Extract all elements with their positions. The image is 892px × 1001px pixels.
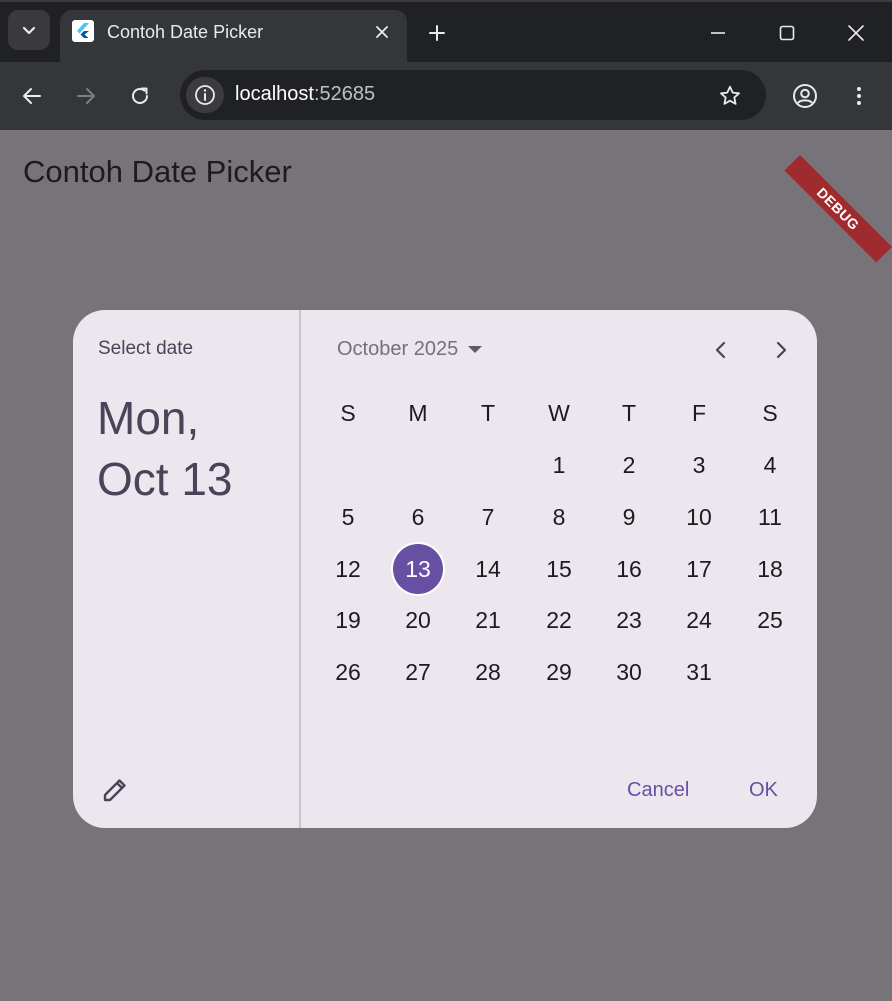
tab-title: Contoh Date Picker <box>107 22 264 42</box>
calendar-day[interactable]: 9 <box>599 497 659 537</box>
headline-weekday: Mon, <box>97 392 200 444</box>
star-icon <box>720 85 740 105</box>
calendar-day[interactable]: 7 <box>458 497 518 537</box>
weekday-header: F <box>691 399 707 426</box>
calendar-day[interactable]: 1 <box>529 445 589 485</box>
flutter-icon <box>72 20 94 42</box>
chevron-down-icon <box>22 26 36 35</box>
calendar-day[interactable]: 15 <box>529 549 589 589</box>
month-year-label: October 2025 <box>337 337 459 360</box>
weekday-header: W <box>548 399 570 426</box>
maximize-icon <box>779 25 795 41</box>
debug-banner: DEBUG <box>784 155 892 263</box>
calendar-day[interactable]: 5 <box>318 497 378 537</box>
dropdown-arrow-icon <box>468 345 483 353</box>
app-bar-title: Contoh Date Picker <box>23 154 292 189</box>
minimize-icon <box>711 32 725 34</box>
browser-toolbar: localhost:52685 <box>0 62 892 130</box>
calendar-day[interactable]: 23 <box>599 600 659 640</box>
date-picker-dialog: Select date Mon, Oct 13 October 2025 S M… <box>73 310 817 828</box>
ok-button[interactable]: OK <box>749 770 778 810</box>
weekday-header: M <box>408 399 428 426</box>
close-icon <box>848 25 864 41</box>
browser-menu-button[interactable] <box>841 78 877 114</box>
browser-tab-strip: Contoh Date Picker <box>0 0 892 64</box>
weekday-header: T <box>480 399 496 426</box>
calendar-day[interactable]: 16 <box>599 549 659 589</box>
pencil-icon <box>103 779 126 802</box>
switch-to-input-button[interactable] <box>95 770 135 810</box>
weekday-header: S <box>340 399 356 426</box>
weekday-header: S <box>762 399 778 426</box>
app-viewport: Contoh Date Picker DEBUG Select date Mon… <box>0 130 892 1001</box>
site-info-button[interactable] <box>186 77 224 113</box>
cancel-button[interactable]: Cancel <box>627 770 689 810</box>
minimize-button[interactable] <box>700 16 736 50</box>
chevron-right-icon <box>776 341 787 359</box>
calendar-day[interactable]: 18 <box>740 549 800 589</box>
new-tab-button[interactable] <box>422 18 452 48</box>
calendar-day[interactable]: 10 <box>669 497 729 537</box>
calendar-day[interactable]: 29 <box>529 652 589 692</box>
url-port: :52685 <box>313 83 376 105</box>
tab-search-button[interactable] <box>8 10 50 50</box>
help-text: Select date <box>98 338 194 359</box>
calendar-day[interactable]: 17 <box>669 549 729 589</box>
previous-month-button[interactable] <box>705 334 737 366</box>
maximize-button[interactable] <box>769 16 805 50</box>
calendar-day[interactable]: 2 <box>599 445 659 485</box>
weekday-header: T <box>621 399 637 426</box>
plus-icon <box>429 25 445 41</box>
calendar-picker: October 2025 S M T W T F S 1 2 3 4 5 6 7… <box>303 310 817 828</box>
calendar-day[interactable]: 28 <box>458 652 518 692</box>
arrow-right-icon <box>77 88 95 104</box>
browser-tab[interactable]: Contoh Date Picker <box>60 10 407 64</box>
chevron-left-icon <box>715 341 726 359</box>
calendar-day[interactable]: 30 <box>599 652 659 692</box>
next-month-button[interactable] <box>765 334 797 366</box>
calendar-day[interactable]: 22 <box>529 600 589 640</box>
month-year-selector[interactable]: October 2025 <box>337 336 483 362</box>
calendar-day[interactable]: 14 <box>458 549 518 589</box>
tab-close-button[interactable] <box>370 20 394 44</box>
close-window-button[interactable] <box>838 16 874 50</box>
selected-date-headline: Mon, Oct 13 <box>97 388 297 510</box>
back-button[interactable] <box>14 78 50 114</box>
info-icon <box>195 85 215 105</box>
calendar-day[interactable]: 27 <box>388 652 448 692</box>
calendar-day-selected[interactable]: 13 <box>388 544 448 594</box>
calendar-day[interactable]: 11 <box>740 497 800 537</box>
reload-icon <box>132 87 148 104</box>
calendar-day[interactable]: 26 <box>318 652 378 692</box>
calendar-day[interactable]: 25 <box>740 600 800 640</box>
url-text: localhost:52685 <box>235 83 375 106</box>
calendar-day[interactable]: 19 <box>318 600 378 640</box>
account-icon <box>793 84 817 108</box>
calendar-day[interactable]: 31 <box>669 652 729 692</box>
date-picker-header: Select date Mon, Oct 13 <box>73 310 301 828</box>
address-bar[interactable]: localhost:52685 <box>180 70 766 120</box>
headline-date: Oct 13 <box>97 453 233 505</box>
arrow-left-icon <box>23 88 41 104</box>
close-icon <box>376 26 388 38</box>
calendar-day[interactable]: 6 <box>388 497 448 537</box>
calendar-day[interactable]: 4 <box>740 445 800 485</box>
calendar-day[interactable]: 12 <box>318 549 378 589</box>
calendar-day[interactable]: 8 <box>529 497 589 537</box>
calendar-day[interactable]: 24 <box>669 600 729 640</box>
more-vert-icon <box>857 87 861 105</box>
calendar-day[interactable]: 21 <box>458 600 518 640</box>
calendar-day[interactable]: 3 <box>669 445 729 485</box>
bookmark-button[interactable] <box>716 82 744 110</box>
selected-day-number: 13 <box>405 555 431 582</box>
calendar-day[interactable]: 20 <box>388 600 448 640</box>
profile-button[interactable] <box>787 78 823 114</box>
forward-button[interactable] <box>68 78 104 114</box>
reload-button[interactable] <box>122 78 158 114</box>
url-host: localhost <box>235 83 314 105</box>
